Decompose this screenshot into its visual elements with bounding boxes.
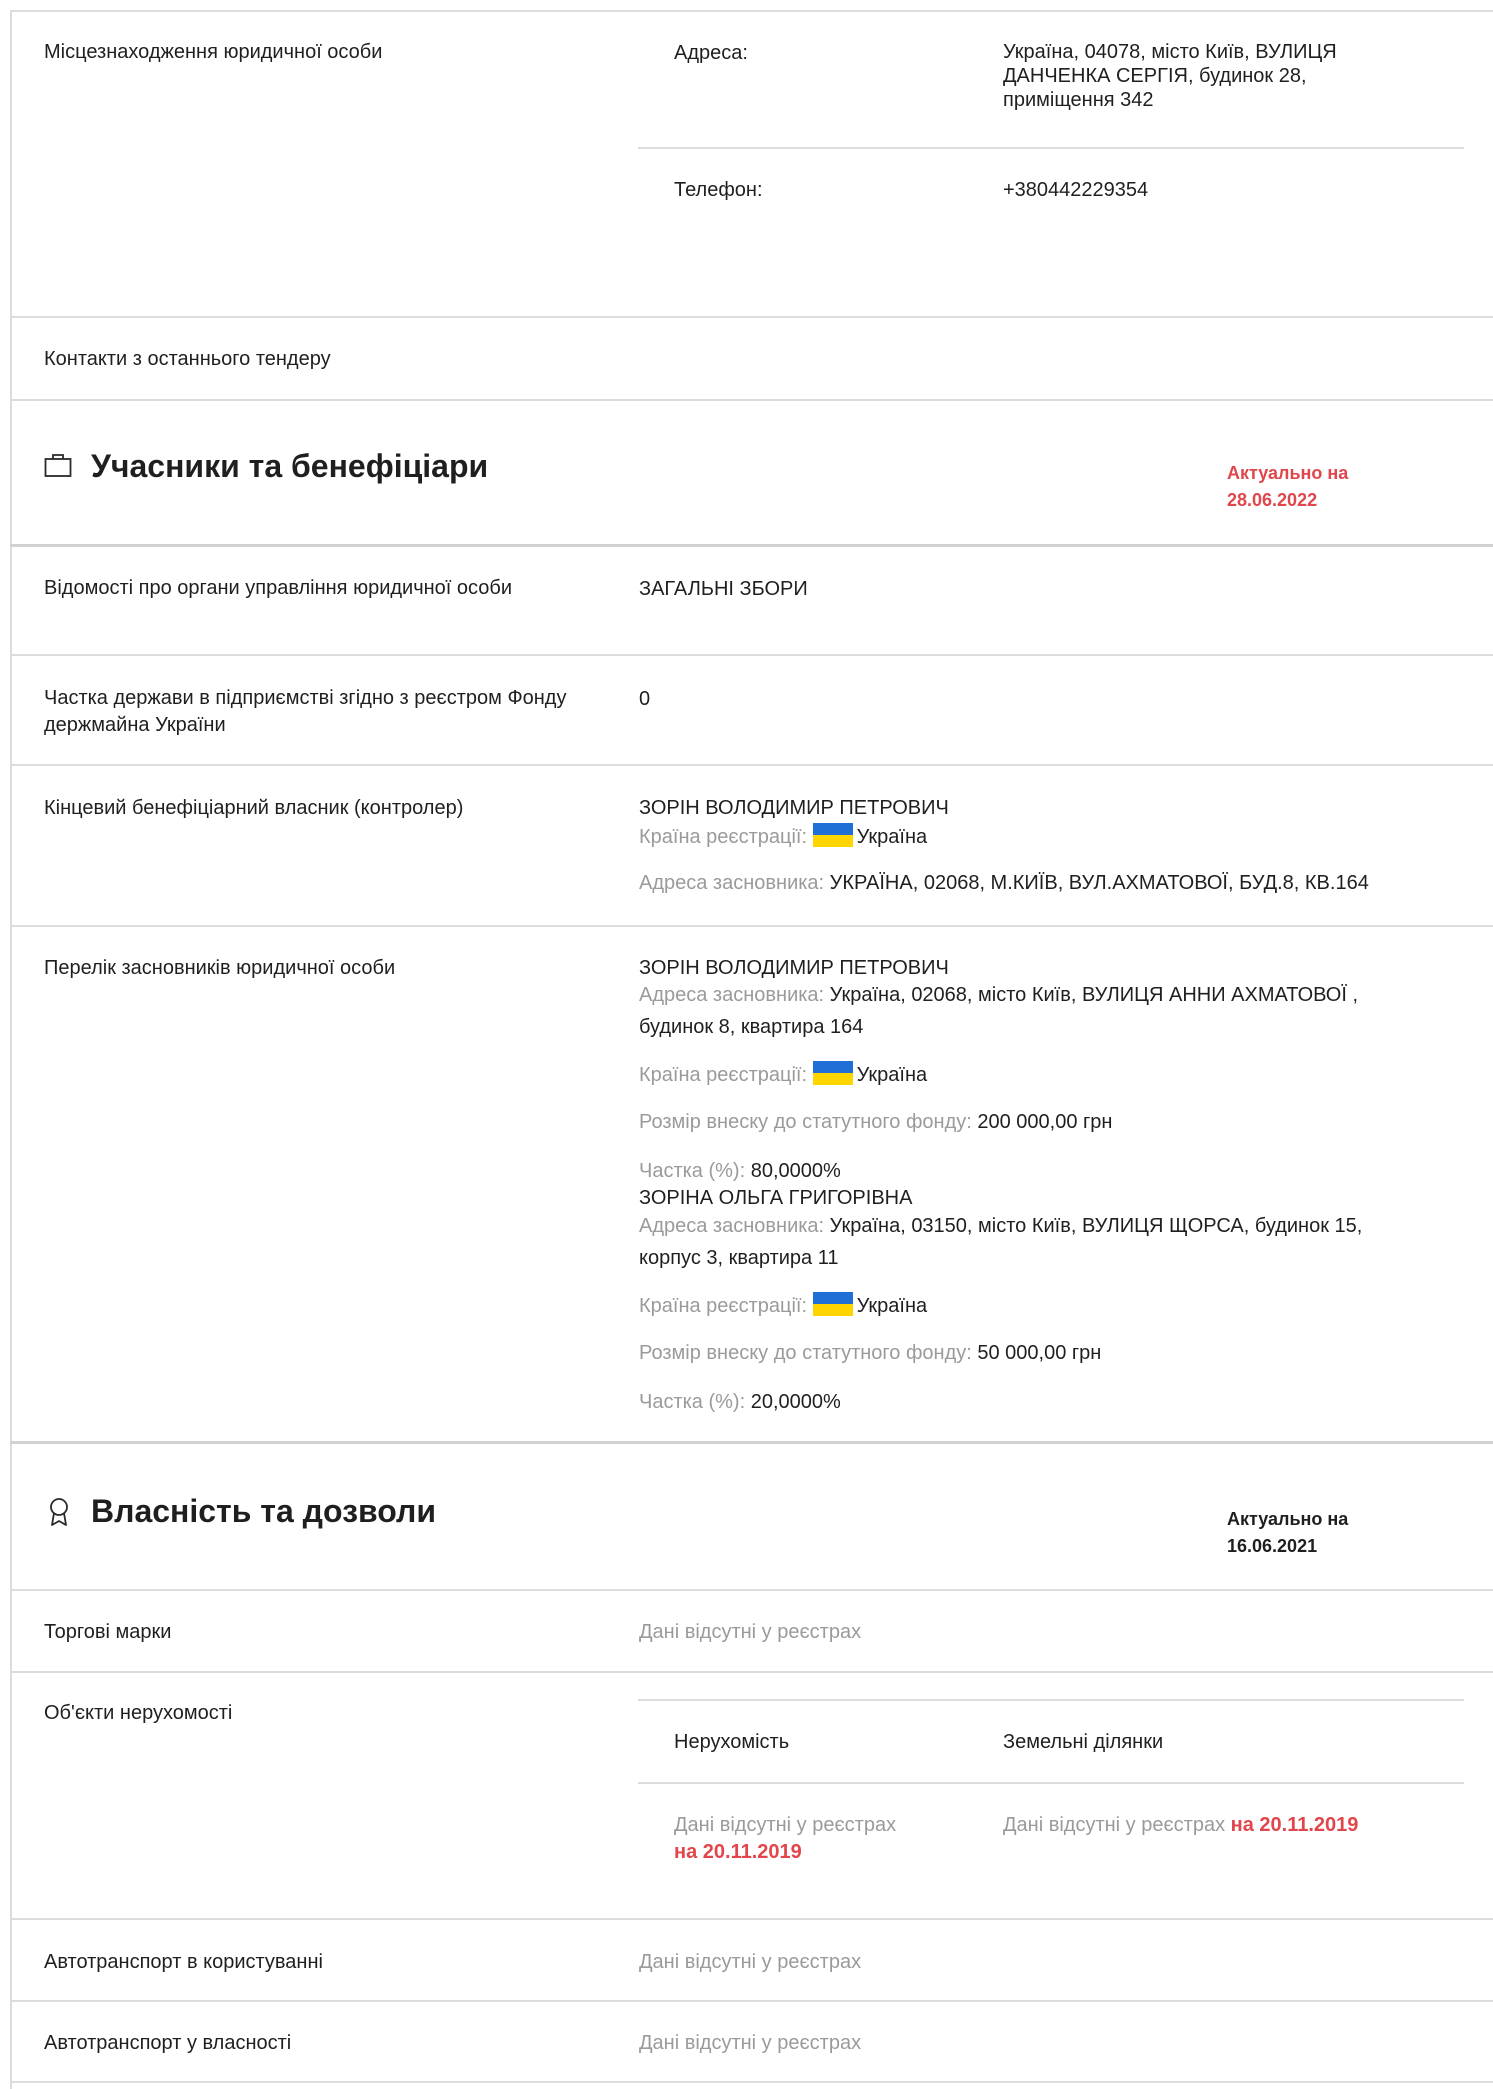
founder-address: Адреса засновника: Україна, 03150, місто… (639, 1213, 1362, 1240)
company-card (10, 10, 1493, 2089)
vehicles-used-value: Дані відсутні у реєстрах (639, 1951, 862, 1973)
vehicles-used-label: Автотранспорт в користуванні (44, 1951, 323, 1973)
briefcase-icon (44, 454, 72, 477)
contribution-label: Розмір внеску до статутного фонду: (639, 1111, 972, 1133)
country-value: Україна (856, 826, 928, 848)
divider (10, 544, 1493, 547)
share-label: Частка (%): (639, 1160, 746, 1182)
divider (10, 1589, 1493, 1591)
ukraine-flag-icon (812, 1061, 853, 1085)
divider (10, 764, 1493, 766)
address-label: Адреса: (674, 42, 748, 64)
governance-value: ЗАГАЛЬНІ ЗБОРИ (639, 578, 808, 600)
beneficiary-address: Адреса засновника: УКРАЇНА, 02068, М.КИЇ… (639, 870, 1369, 897)
location-label: Місцезнаходження юридичної особи (44, 41, 383, 63)
real-estate-date: на 20.11.2019 (674, 1841, 802, 1863)
real-estate-no-data: Дані відсутні у реєстрах (674, 1814, 897, 1836)
phone-label: Телефон: (674, 179, 763, 201)
contacts-label[interactable]: Контакти з останнього тендеру (44, 346, 331, 373)
country-label: Країна реєстрації: (639, 826, 808, 848)
share-value: 80,0000% (750, 1160, 841, 1182)
divider (638, 1782, 1464, 1784)
address-label: Адреса засновника: (639, 872, 825, 894)
country-value: Україна (856, 1064, 928, 1086)
land-plots-status: Дані відсутні у реєстрах на 20.11.2019 (1003, 1812, 1358, 1839)
address-label: Адреса засновника: (639, 1215, 825, 1237)
founder-name[interactable]: ЗОРІН ВОЛОДИМИР ПЕТРОВИЧ (639, 955, 949, 982)
founder-address: Адреса засновника: Україна, 02068, місто… (639, 982, 1358, 1009)
contribution-value: 50 000,00 грн (977, 1342, 1102, 1364)
divider (10, 2000, 1493, 2002)
trademarks-value: Дані відсутні у реєстрах (639, 1621, 862, 1643)
participants-actual-label: Актуально на (1227, 463, 1349, 483)
founder-country: Країна реєстрації: Україна (639, 1292, 927, 1320)
divider (10, 1918, 1493, 1920)
founder-share: Частка (%): 20,0000% (639, 1389, 841, 1416)
participants-title: Учасники та бенефіціари (91, 448, 489, 484)
country-label: Країна реєстрації: (639, 1064, 808, 1086)
property-actual-date: 16.06.2021 (1227, 1536, 1318, 1556)
real-estate-label: Об'єкти нерухомості (44, 1702, 233, 1724)
property-actual-label: Актуально на (1227, 1509, 1349, 1529)
founder-address-line2: корпус 3, квартира 11 (639, 1247, 839, 1269)
ukraine-flag-icon (812, 823, 853, 847)
property-title: Власність та дозволи (91, 1493, 436, 1529)
state-share-label: Частка держави в підприємстві згідно з р… (44, 687, 567, 736)
trademarks-label: Торгові марки (44, 1621, 172, 1643)
tab-land-plots[interactable]: Земельні ділянки (1003, 1729, 1163, 1756)
ukraine-flag-icon (812, 1292, 853, 1316)
vehicles-owned-label: Автотранспорт у власності (44, 2032, 292, 2054)
divider (10, 925, 1493, 927)
divider (638, 147, 1464, 149)
beneficiary-label: Кінцевий бенефіціарний власник (контроле… (44, 797, 464, 819)
land-plots-date: на 20.11.2019 (1230, 1814, 1359, 1836)
contribution-value: 200 000,00 грн (977, 1111, 1113, 1133)
address-value: Україна, 03150, місто Київ, ВУЛИЦЯ ЩОРСА… (829, 1215, 1363, 1237)
share-value: 20,0000% (750, 1391, 841, 1413)
divider (10, 654, 1493, 656)
country-value: Україна (856, 1295, 928, 1317)
address-value: УКРАЇНА, 02068, М.КИЇВ, ВУЛ.АХМАТОВОЇ, Б… (829, 872, 1369, 894)
founders-label: Перелік засновників юридичної особи (44, 957, 396, 979)
award-icon (50, 1498, 68, 1526)
vehicles-owned-value: Дані відсутні у реєстрах (639, 2032, 862, 2054)
beneficiary-name[interactable]: ЗОРІН ВОЛОДИМИР ПЕТРОВИЧ (639, 795, 949, 822)
state-share-value: 0 (639, 688, 651, 710)
address-value: Україна, 04078, місто Київ, ВУЛИЦЯ ДАНЧЕ… (1003, 41, 1337, 111)
divider (10, 399, 1493, 401)
founder-contribution: Розмір внеску до статутного фонду: 50 00… (639, 1340, 1101, 1367)
founder-name[interactable]: ЗОРІНА ОЛЬГА ГРИГОРІВНА (639, 1185, 912, 1212)
divider (10, 316, 1493, 318)
address-value: Україна, 02068, місто Київ, ВУЛИЦЯ АННИ … (829, 984, 1359, 1006)
participants-actual-date: 28.06.2022 (1227, 490, 1318, 510)
beneficiary-country: Країна реєстрації: Україна (639, 823, 927, 851)
tab-real-estate[interactable]: Нерухомість (674, 1729, 789, 1756)
address-label: Адреса засновника: (639, 984, 825, 1006)
divider (638, 1699, 1464, 1701)
share-label: Частка (%): (639, 1391, 746, 1413)
governance-label: Відомості про органи управління юридично… (44, 577, 513, 599)
divider (10, 2081, 1493, 2083)
phone-value[interactable]: +380442229354 (1003, 177, 1148, 204)
divider (10, 1671, 1493, 1673)
founder-contribution: Розмір внеску до статутного фонду: 200 0… (639, 1109, 1112, 1136)
founder-country: Країна реєстрації: Україна (639, 1061, 927, 1089)
land-plots-no-data: Дані відсутні у реєстрах (1003, 1814, 1226, 1836)
contribution-label: Розмір внеску до статутного фонду: (639, 1342, 972, 1364)
divider (10, 1441, 1493, 1444)
country-label: Країна реєстрації: (639, 1295, 808, 1317)
founder-share: Частка (%): 80,0000% (639, 1158, 841, 1185)
founder-address-line2: будинок 8, квартира 164 (639, 1016, 864, 1038)
